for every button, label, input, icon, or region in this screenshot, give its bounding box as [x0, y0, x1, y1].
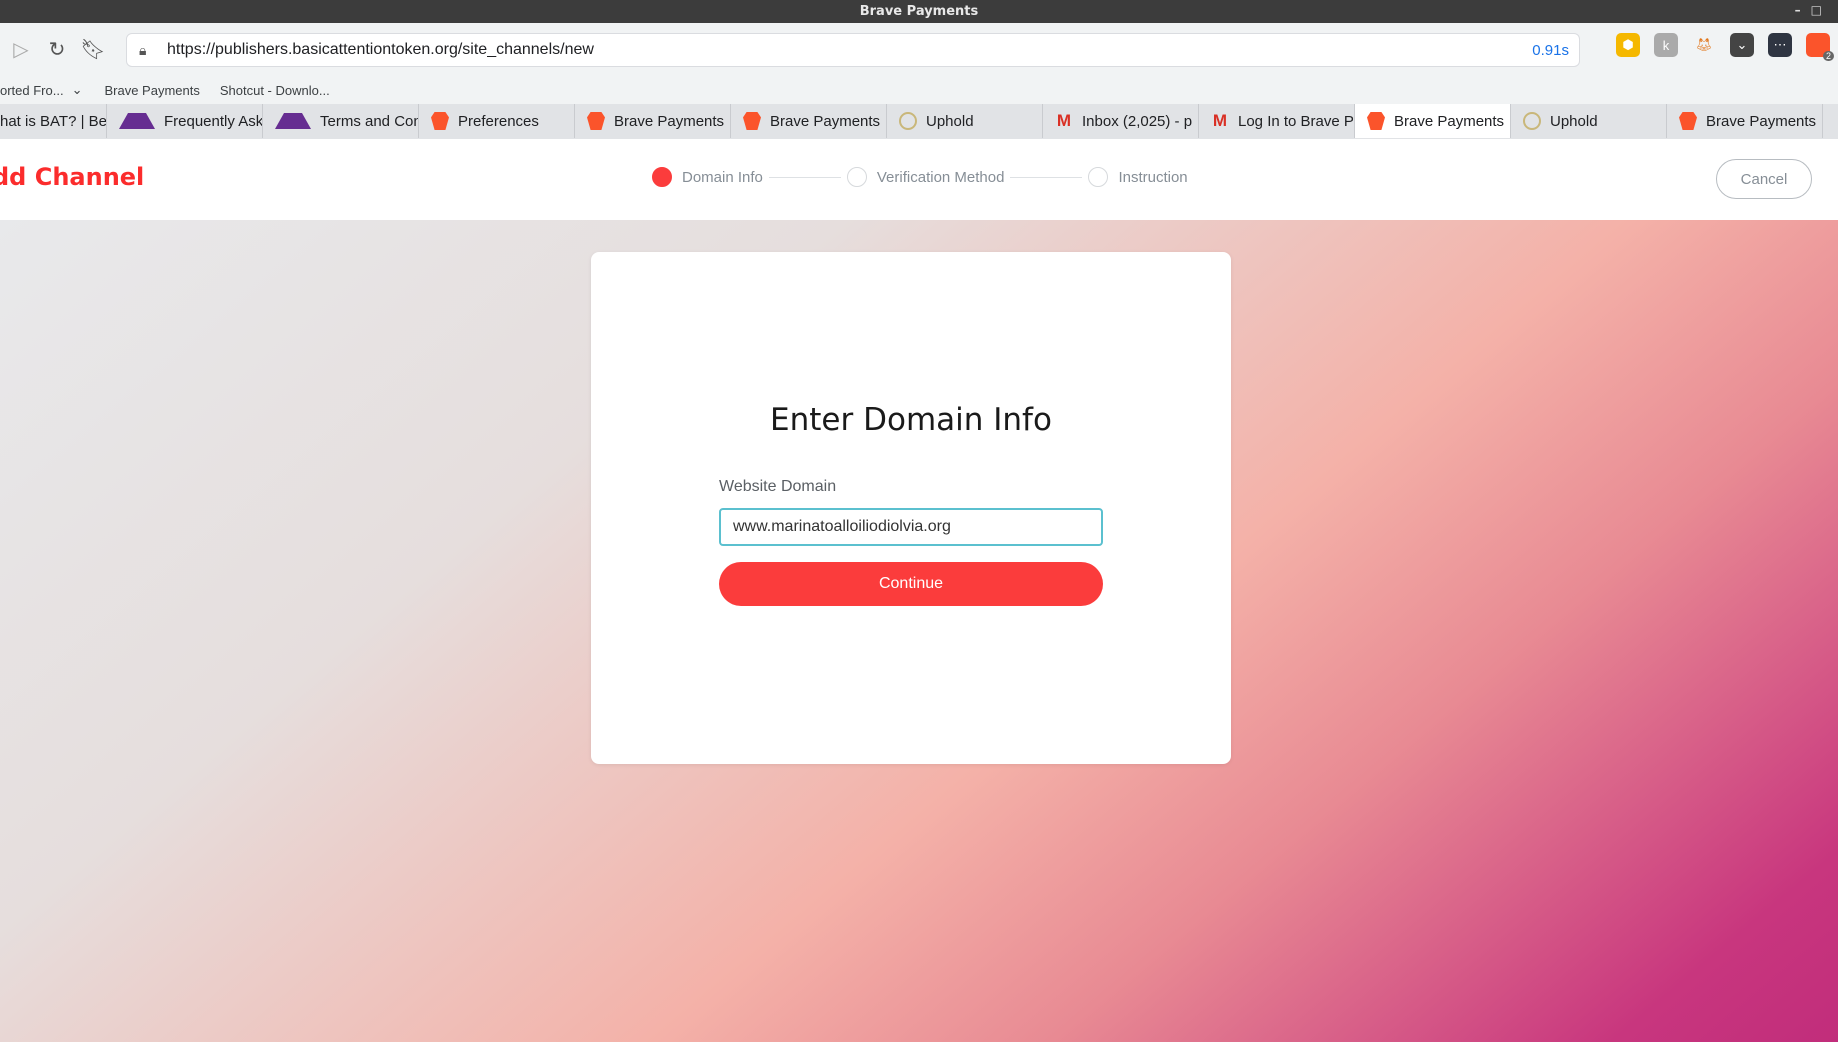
domain-info-card: Enter Domain Info Website Domain Continu…	[591, 252, 1231, 764]
uphold-icon	[1523, 112, 1541, 130]
bookmark-item[interactable]: orted Fro...	[0, 83, 64, 98]
window-controls[interactable]: –□	[1795, 3, 1832, 17]
forward-icon[interactable]: ▷	[6, 35, 36, 65]
tab[interactable]: Uphold	[887, 104, 1043, 138]
brave-lion-icon	[743, 112, 761, 130]
step-label: Domain Info	[682, 168, 763, 186]
bookmark-icon[interactable]: 🔖︎	[78, 35, 108, 65]
step-connector	[768, 176, 841, 178]
progress-steps: Domain Info Verification Method Instruct…	[652, 167, 1188, 187]
brave-lion-icon	[431, 112, 449, 130]
continue-button[interactable]: Continue	[719, 562, 1103, 606]
bookmarks-bar: orted Fro... ⌄ Brave Payments Shotcut - …	[0, 76, 1838, 104]
hexagon-extension-icon[interactable]: ⬢	[1616, 33, 1640, 57]
url-text[interactable]: https://publishers.basicattentiontoken.o…	[167, 41, 594, 59]
tab-active[interactable]: Brave Payments	[1355, 104, 1511, 138]
app-header: dd Channel Domain Info Verification Meth…	[0, 139, 1838, 221]
pocket-icon[interactable]: ⌄	[1730, 33, 1754, 57]
bookmarks-chevron-icon[interactable]: ⌄	[72, 82, 83, 98]
tab[interactable]: M Log In to Brave P	[1199, 104, 1355, 138]
step-connector	[1010, 176, 1083, 178]
step-verification-method: Verification Method	[846, 167, 1005, 187]
reload-icon[interactable]: ↻	[42, 35, 72, 65]
tab[interactable]: Brave Payments	[731, 104, 887, 138]
step-domain-info: Domain Info	[652, 167, 763, 187]
extension-icons: ⬢ k 🦊︎ ⌄ ⋯ 2	[1616, 33, 1834, 61]
website-domain-input[interactable]	[719, 508, 1103, 546]
window-title: Brave Payments	[859, 4, 979, 19]
tab[interactable]: Frequently Asked	[107, 104, 263, 138]
browser-toolbar: ▷ ↻ 🔖︎ 🔒︎ https://publishers.basicattent…	[0, 23, 1838, 76]
brave-lion-icon	[587, 112, 605, 130]
step-dot-active	[652, 167, 672, 187]
tab[interactable]: Terms and Condi	[263, 104, 419, 138]
tab[interactable]: M Inbox (2,025) - p	[1043, 104, 1199, 138]
step-instruction: Instruction	[1088, 167, 1188, 187]
step-dot	[1088, 167, 1109, 187]
tab[interactable]: Brave Payments	[575, 104, 731, 138]
step-dot	[846, 167, 867, 187]
cancel-button[interactable]: Cancel	[1716, 159, 1812, 199]
page-title: dd Channel	[0, 163, 145, 191]
gmail-icon: M	[1212, 111, 1228, 130]
tab[interactable]: Uphold	[1511, 104, 1667, 138]
tab[interactable]: Preferences	[419, 104, 575, 138]
bat-triangle-icon	[119, 113, 155, 129]
tab[interactable]: Brave Payments	[1667, 104, 1823, 138]
uphold-icon	[899, 112, 917, 130]
step-label: Verification Method	[876, 168, 1005, 186]
brave-rewards-icon[interactable]: 2	[1806, 33, 1834, 61]
brave-lion-icon	[1367, 112, 1385, 130]
bookmark-item[interactable]: Shotcut - Downlo...	[220, 83, 330, 98]
lock-icon: 🔒︎	[139, 41, 147, 58]
tab[interactable]: hat is BAT? | Be	[0, 104, 107, 138]
website-domain-label: Website Domain	[719, 478, 837, 495]
form-title: Enter Domain Info	[770, 402, 1052, 438]
window-titlebar: Brave Payments –□	[0, 0, 1838, 23]
bookmark-item[interactable]: Brave Payments	[104, 83, 199, 98]
bat-triangle-icon	[275, 113, 311, 129]
step-label: Instruction	[1118, 168, 1188, 186]
gmail-icon: M	[1056, 111, 1072, 130]
brave-lion-icon	[1679, 112, 1697, 130]
rewards-badge: 2	[1822, 51, 1834, 61]
k-extension-icon[interactable]: k	[1654, 33, 1678, 57]
more-extensions-icon[interactable]: ⋯	[1768, 33, 1792, 57]
load-time: 0.91s	[1532, 41, 1569, 59]
fox-extension-icon[interactable]: 🦊︎	[1692, 33, 1716, 57]
tab-strip: hat is BAT? | Be Frequently Asked Terms …	[0, 104, 1838, 139]
address-bar[interactable]: 🔒︎ https://publishers.basicattentiontoke…	[126, 33, 1580, 67]
